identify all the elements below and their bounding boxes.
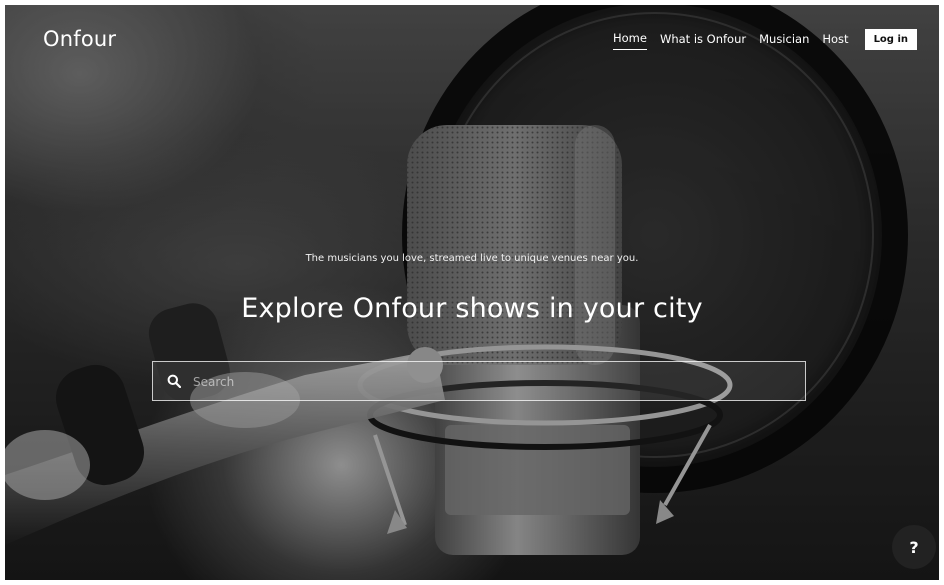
nav-musician-link[interactable]: Musician <box>759 32 809 50</box>
search-bar[interactable] <box>152 361 806 402</box>
hero-tagline: The musicians you love, streamed live to… <box>305 253 639 264</box>
hero-title: Explore Onfour shows in your city <box>241 293 703 324</box>
search-input[interactable] <box>191 362 795 402</box>
nav-host-link[interactable]: Host <box>822 32 848 50</box>
login-button[interactable]: Log in <box>864 28 917 50</box>
main-navigation: Home What is Onfour Musician Host Log in <box>612 28 917 50</box>
nav-home-link[interactable]: Home <box>612 31 647 50</box>
help-icon: ? <box>909 537 919 557</box>
page-frame: Onfour Home What is Onfour Musician Host… <box>5 5 939 580</box>
nav-what-is-onfour-link[interactable]: What is Onfour <box>660 32 746 50</box>
search-icon <box>167 374 181 388</box>
help-button[interactable]: ? <box>892 525 936 569</box>
brand-logo[interactable]: Onfour <box>43 27 116 51</box>
